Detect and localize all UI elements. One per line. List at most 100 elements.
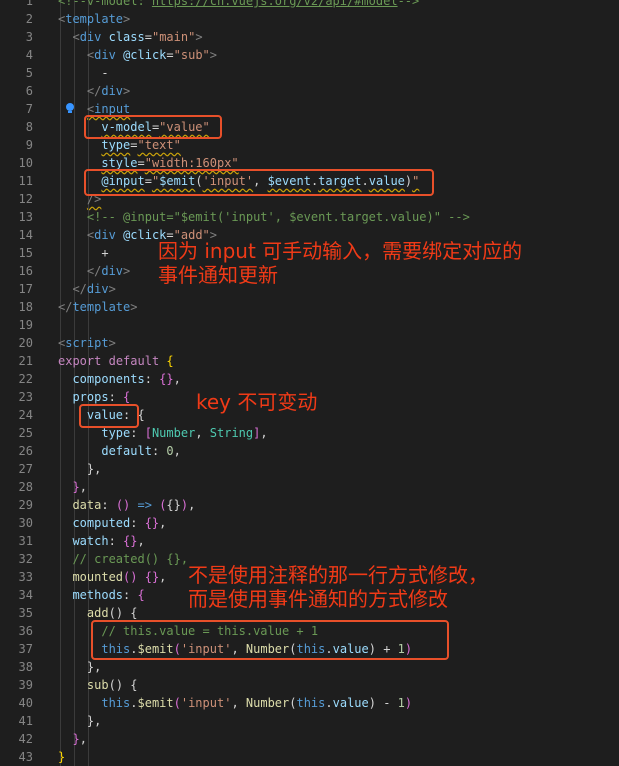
code-token: 1 (397, 696, 405, 710)
code-token: : (123, 408, 138, 422)
code-token: Number (245, 696, 290, 710)
code-line[interactable]: 9 type="text" (0, 136, 619, 154)
code-token: template (72, 300, 131, 314)
code-token: div (94, 48, 116, 62)
code-token: script (65, 336, 109, 350)
code-token: , (173, 372, 181, 386)
code-line[interactable]: 5 - (0, 64, 619, 82)
code-line[interactable]: 11 @input="$emit('input', $event.target.… (0, 172, 619, 190)
code-token: , (79, 480, 87, 494)
code-token: () { (108, 678, 138, 692)
code-line[interactable]: 22 components: {}, (0, 370, 619, 388)
code-token: > (123, 264, 131, 278)
code-token: /> (86, 192, 102, 206)
code-token: export (58, 354, 102, 368)
code-line[interactable]: 27 }, (0, 460, 619, 478)
code-line[interactable]: 10 style="width:160px" (0, 154, 619, 172)
code-line[interactable]: 37 this.$emit('input', Number(this.value… (0, 640, 619, 658)
line-number: 40 (18, 696, 33, 710)
code-text: this.$emit('input', Number(this.value) +… (58, 640, 412, 658)
code-text: sub() { (58, 676, 138, 694)
lightbulb-icon[interactable] (64, 99, 76, 113)
code-text: }, (58, 658, 101, 676)
code-line[interactable]: 18 </template> (0, 298, 619, 316)
code-token: () (123, 570, 138, 584)
code-token: {} (144, 516, 160, 530)
code-token: : (108, 534, 124, 548)
line-number: 17 (18, 282, 33, 296)
line-number: 27 (18, 462, 33, 476)
code-text: + (58, 244, 108, 262)
code-text: components: {}, (58, 370, 181, 388)
code-token: 'input' (202, 174, 254, 188)
code-line[interactable]: 39 sub() { (0, 676, 619, 694)
code-line[interactable]: 4 <div @click="sub"> (0, 46, 619, 64)
code-line[interactable]: 38 }, (0, 658, 619, 676)
code-token: () (115, 498, 131, 512)
code-token: this (101, 696, 131, 710)
code-text: this.$emit('input', Number(this.value) -… (58, 694, 412, 712)
code-token: ) (404, 642, 413, 656)
code-token: , (79, 732, 87, 746)
code-token: ) - (368, 696, 398, 710)
code-line[interactable]: 30 computed: {}, (0, 514, 619, 532)
line-number: 2 (25, 12, 33, 26)
code-line[interactable]: 19 (0, 316, 619, 334)
code-line[interactable]: 3 <div class="main"> (0, 28, 619, 46)
code-token: methods (72, 588, 124, 602)
code-line[interactable]: 8 v-model="value" (0, 118, 619, 136)
code-line[interactable]: 40 this.$emit('input', Number(this.value… (0, 694, 619, 712)
line-number: 14 (18, 228, 33, 242)
code-editor[interactable]: 1 <!--v-model: https://cn.vuejs.org/v2/ap… (0, 0, 619, 766)
code-text: mounted() {}, (58, 568, 166, 586)
code-token: template (65, 12, 124, 26)
code-line[interactable]: 12 /> (0, 190, 619, 208)
code-token: { (166, 354, 174, 368)
line-number: 10 (18, 156, 33, 170)
code-token: @input (101, 174, 145, 188)
code-token: target (318, 174, 362, 188)
code-line[interactable]: 20 <script> (0, 334, 619, 352)
code-line[interactable]: 7 <input (0, 100, 619, 118)
code-line[interactable]: 21 export default { (0, 352, 619, 370)
code-line[interactable]: 42 }, (0, 730, 619, 748)
code-token: mounted (72, 570, 124, 584)
line-number: 24 (18, 408, 33, 422)
code-line[interactable]: 29 data: () => ({}), (0, 496, 619, 514)
code-token: , (260, 426, 268, 440)
code-token: . (130, 642, 138, 656)
line-number: 35 (18, 606, 33, 620)
code-line[interactable]: 2 <template> (0, 10, 619, 28)
code-line[interactable]: 36 // this.value = this.value + 1 (0, 622, 619, 640)
code-token: : (101, 498, 116, 512)
code-token: input (94, 102, 131, 116)
code-line[interactable]: 25 type: [Number, String], (0, 424, 619, 442)
code-token: this (296, 696, 326, 710)
line-number: 42 (18, 732, 33, 746)
code-token: add (86, 606, 109, 620)
code-line[interactable]: 43} (0, 748, 619, 766)
code-token: . (325, 642, 333, 656)
code-line[interactable]: 13 <!-- @input="$emit('input', $event.ta… (0, 208, 619, 226)
code-line[interactable]: 26 default: 0, (0, 442, 619, 460)
code-text: <div class="main"> (58, 28, 202, 46)
code-line[interactable]: 28 }, (0, 478, 619, 496)
code-line[interactable]: 6 </div> (0, 82, 619, 100)
code-line[interactable]: 1 <!--v-model: https://cn.vuejs.org/v2/ap… (0, 0, 619, 10)
code-line[interactable]: 41 }, (0, 712, 619, 730)
code-line[interactable]: 31 watch: {}, (0, 532, 619, 550)
code-token: class (108, 30, 145, 44)
